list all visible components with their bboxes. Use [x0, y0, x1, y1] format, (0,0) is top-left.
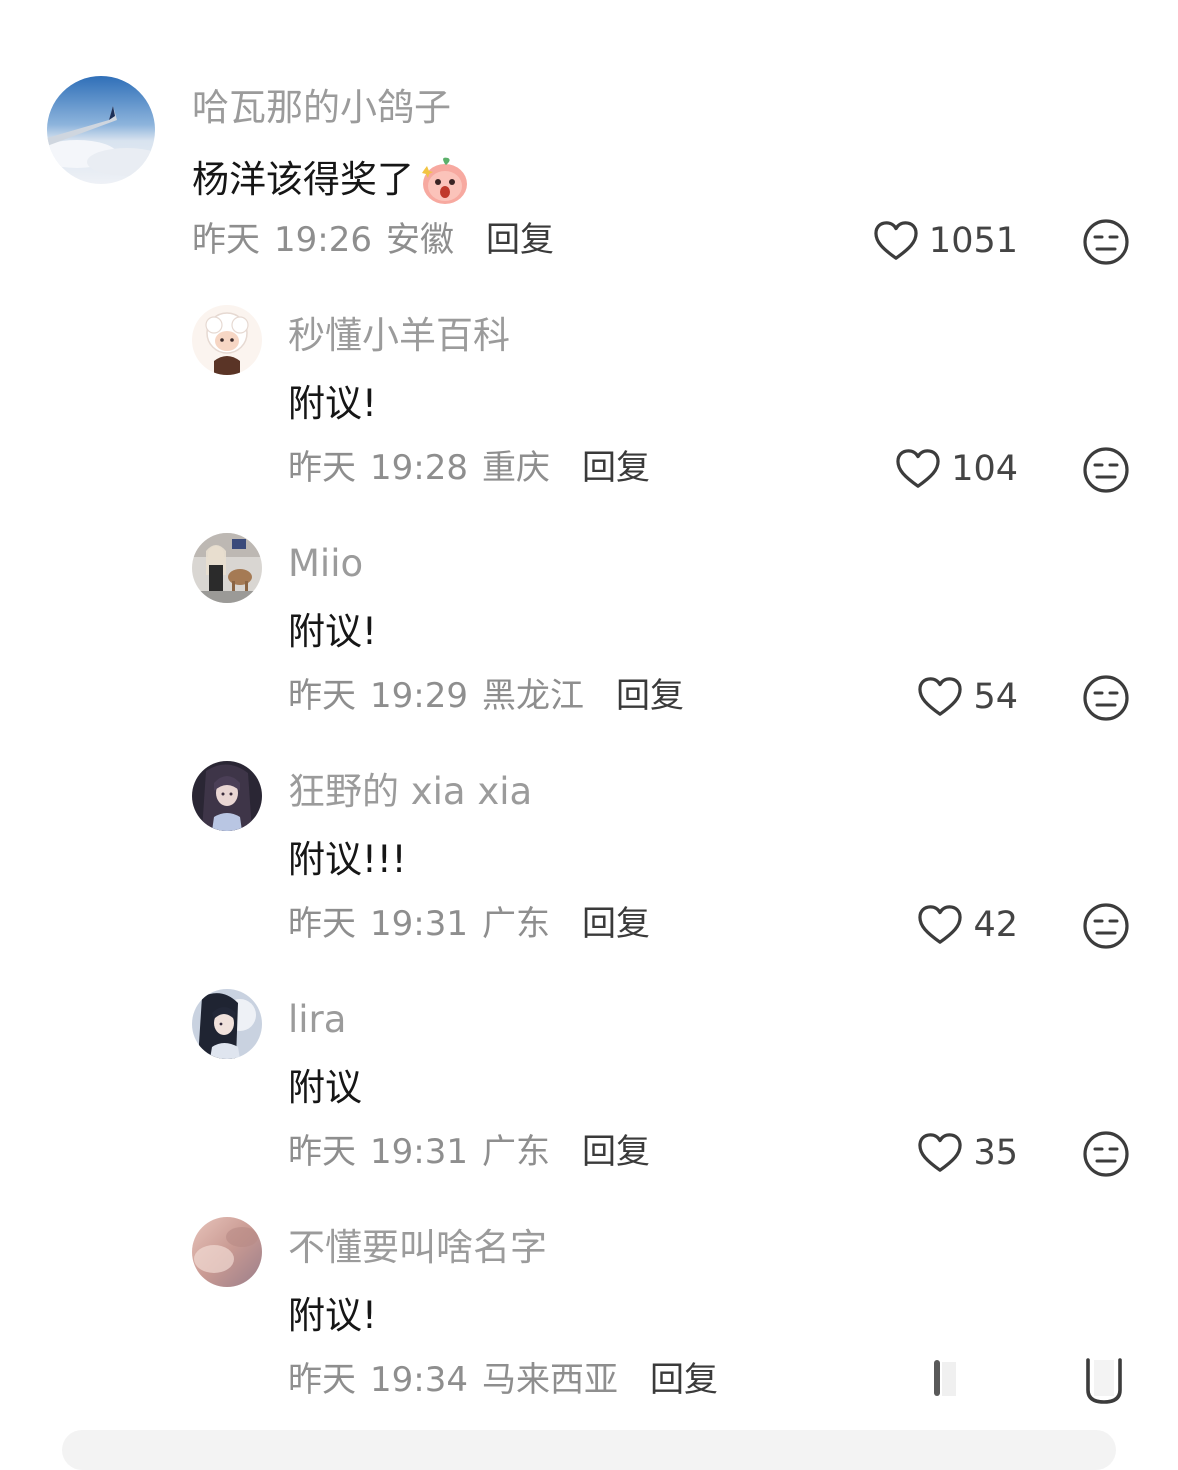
neutral-face-icon [1083, 1131, 1129, 1177]
comment-location: 广东 [481, 1132, 550, 1172]
heart-outline-icon [918, 905, 963, 944]
heart-outline-icon [934, 1360, 956, 1396]
avatar-image [192, 761, 262, 831]
avatar-image [192, 1217, 262, 1287]
comment-location: 黑龙江 [481, 676, 584, 716]
dislike-button[interactable] [1082, 902, 1130, 950]
avatar[interactable] [192, 1217, 262, 1287]
reply-button[interactable]: 回复 [650, 1358, 718, 1402]
comment-meta: 昨天 19:29 黑龙江 回复 [288, 674, 684, 718]
username[interactable]: 不懂要叫啥名字 [288, 1226, 547, 1270]
avatar[interactable] [192, 989, 262, 1059]
like-count: 54 [973, 677, 1018, 717]
neutral-face-icon [1083, 675, 1129, 721]
avatar[interactable] [192, 533, 262, 603]
avatar-image [192, 533, 262, 603]
username[interactable]: 秒懂小羊百科 [288, 314, 510, 358]
comment-date: 昨天 [288, 904, 356, 944]
neutral-face-icon [1083, 903, 1129, 949]
comment-date: 昨天 [288, 1360, 356, 1400]
username[interactable]: lira [288, 998, 346, 1042]
reply-button[interactable]: 回复 [582, 446, 650, 490]
avatar[interactable] [192, 305, 262, 375]
comment-text: 附议! [288, 610, 377, 653]
reply-button[interactable]: 回复 [582, 902, 650, 946]
dislike-button[interactable] [1082, 1130, 1130, 1178]
comment-date: 昨天 [192, 220, 260, 260]
comment-date: 昨天 [288, 448, 356, 488]
comment-text: 附议!!! [288, 838, 407, 881]
avatar-image [47, 76, 155, 184]
comment-time: 19:26 [274, 220, 372, 260]
username[interactable]: 哈瓦那的小鸽子 [192, 86, 451, 130]
like-count: 35 [973, 1133, 1018, 1173]
avatar-image [192, 305, 262, 375]
comment-text: 附议 [288, 1066, 362, 1109]
username[interactable]: 狂野的 xia xia [288, 770, 532, 814]
avatar-image [192, 989, 262, 1059]
comment-meta: 昨天 19:34 马来西亚 回复 [288, 1358, 718, 1402]
comment-input-bar[interactable] [62, 1430, 1116, 1470]
peach-surprised-emoji-icon [418, 154, 472, 206]
comment-date: 昨天 [288, 676, 356, 716]
like-button[interactable]: 35 [818, 1126, 1018, 1180]
reply-button[interactable]: 回复 [616, 674, 684, 718]
heart-outline-icon [874, 221, 918, 260]
avatar[interactable] [47, 76, 155, 184]
comment-location: 广东 [481, 904, 550, 944]
dislike-button[interactable] [1082, 674, 1130, 722]
username[interactable]: Miio [288, 542, 363, 586]
reply-button[interactable]: 回复 [486, 218, 554, 262]
heart-outline-icon [918, 677, 963, 716]
heart-outline-icon [896, 449, 940, 488]
comment-location: 马来西亚 [481, 1360, 618, 1400]
comment-location: 重庆 [481, 448, 550, 488]
comment-date: 昨天 [288, 1132, 356, 1172]
comment-location: 安徽 [385, 220, 454, 260]
dislike-button[interactable] [1080, 1356, 1128, 1406]
avatar[interactable] [192, 761, 262, 831]
neutral-face-icon [1083, 219, 1129, 265]
like-button[interactable]: 42 [818, 898, 1018, 952]
like-button[interactable]: 54 [818, 670, 1018, 724]
comment-time: 19:29 [370, 676, 468, 716]
comment-meta: 昨天 19:26 安徽 回复 [192, 218, 554, 262]
comment-time: 19:31 [370, 904, 468, 944]
dislike-button[interactable] [1082, 218, 1130, 266]
heart-outline-icon [918, 1133, 963, 1172]
neutral-face-icon [1086, 1358, 1122, 1404]
comment-meta: 昨天 19:28 重庆 回复 [288, 446, 650, 490]
comment-meta: 昨天 19:31 广东 回复 [288, 902, 650, 946]
like-count: 42 [973, 905, 1018, 945]
comment-time: 19:34 [370, 1360, 468, 1400]
comment-meta: 昨天 19:31 广东 回复 [288, 1130, 650, 1174]
neutral-face-icon [1083, 447, 1129, 493]
comment-text: 附议! [288, 382, 377, 425]
like-button[interactable] [920, 1356, 960, 1402]
comment-text-value: 杨洋该得奖了 [192, 158, 414, 201]
dislike-button[interactable] [1082, 446, 1130, 494]
comment-time: 19:31 [370, 1132, 468, 1172]
comment-time: 19:28 [370, 448, 468, 488]
comment-text: 杨洋该得奖了 [192, 154, 472, 206]
like-count: 104 [951, 449, 1018, 489]
like-button[interactable]: 1051 [818, 214, 1018, 268]
reply-button[interactable]: 回复 [582, 1130, 650, 1174]
comment-text: 附议! [288, 1294, 377, 1337]
like-count: 1051 [928, 221, 1018, 261]
like-button[interactable]: 104 [818, 442, 1018, 496]
